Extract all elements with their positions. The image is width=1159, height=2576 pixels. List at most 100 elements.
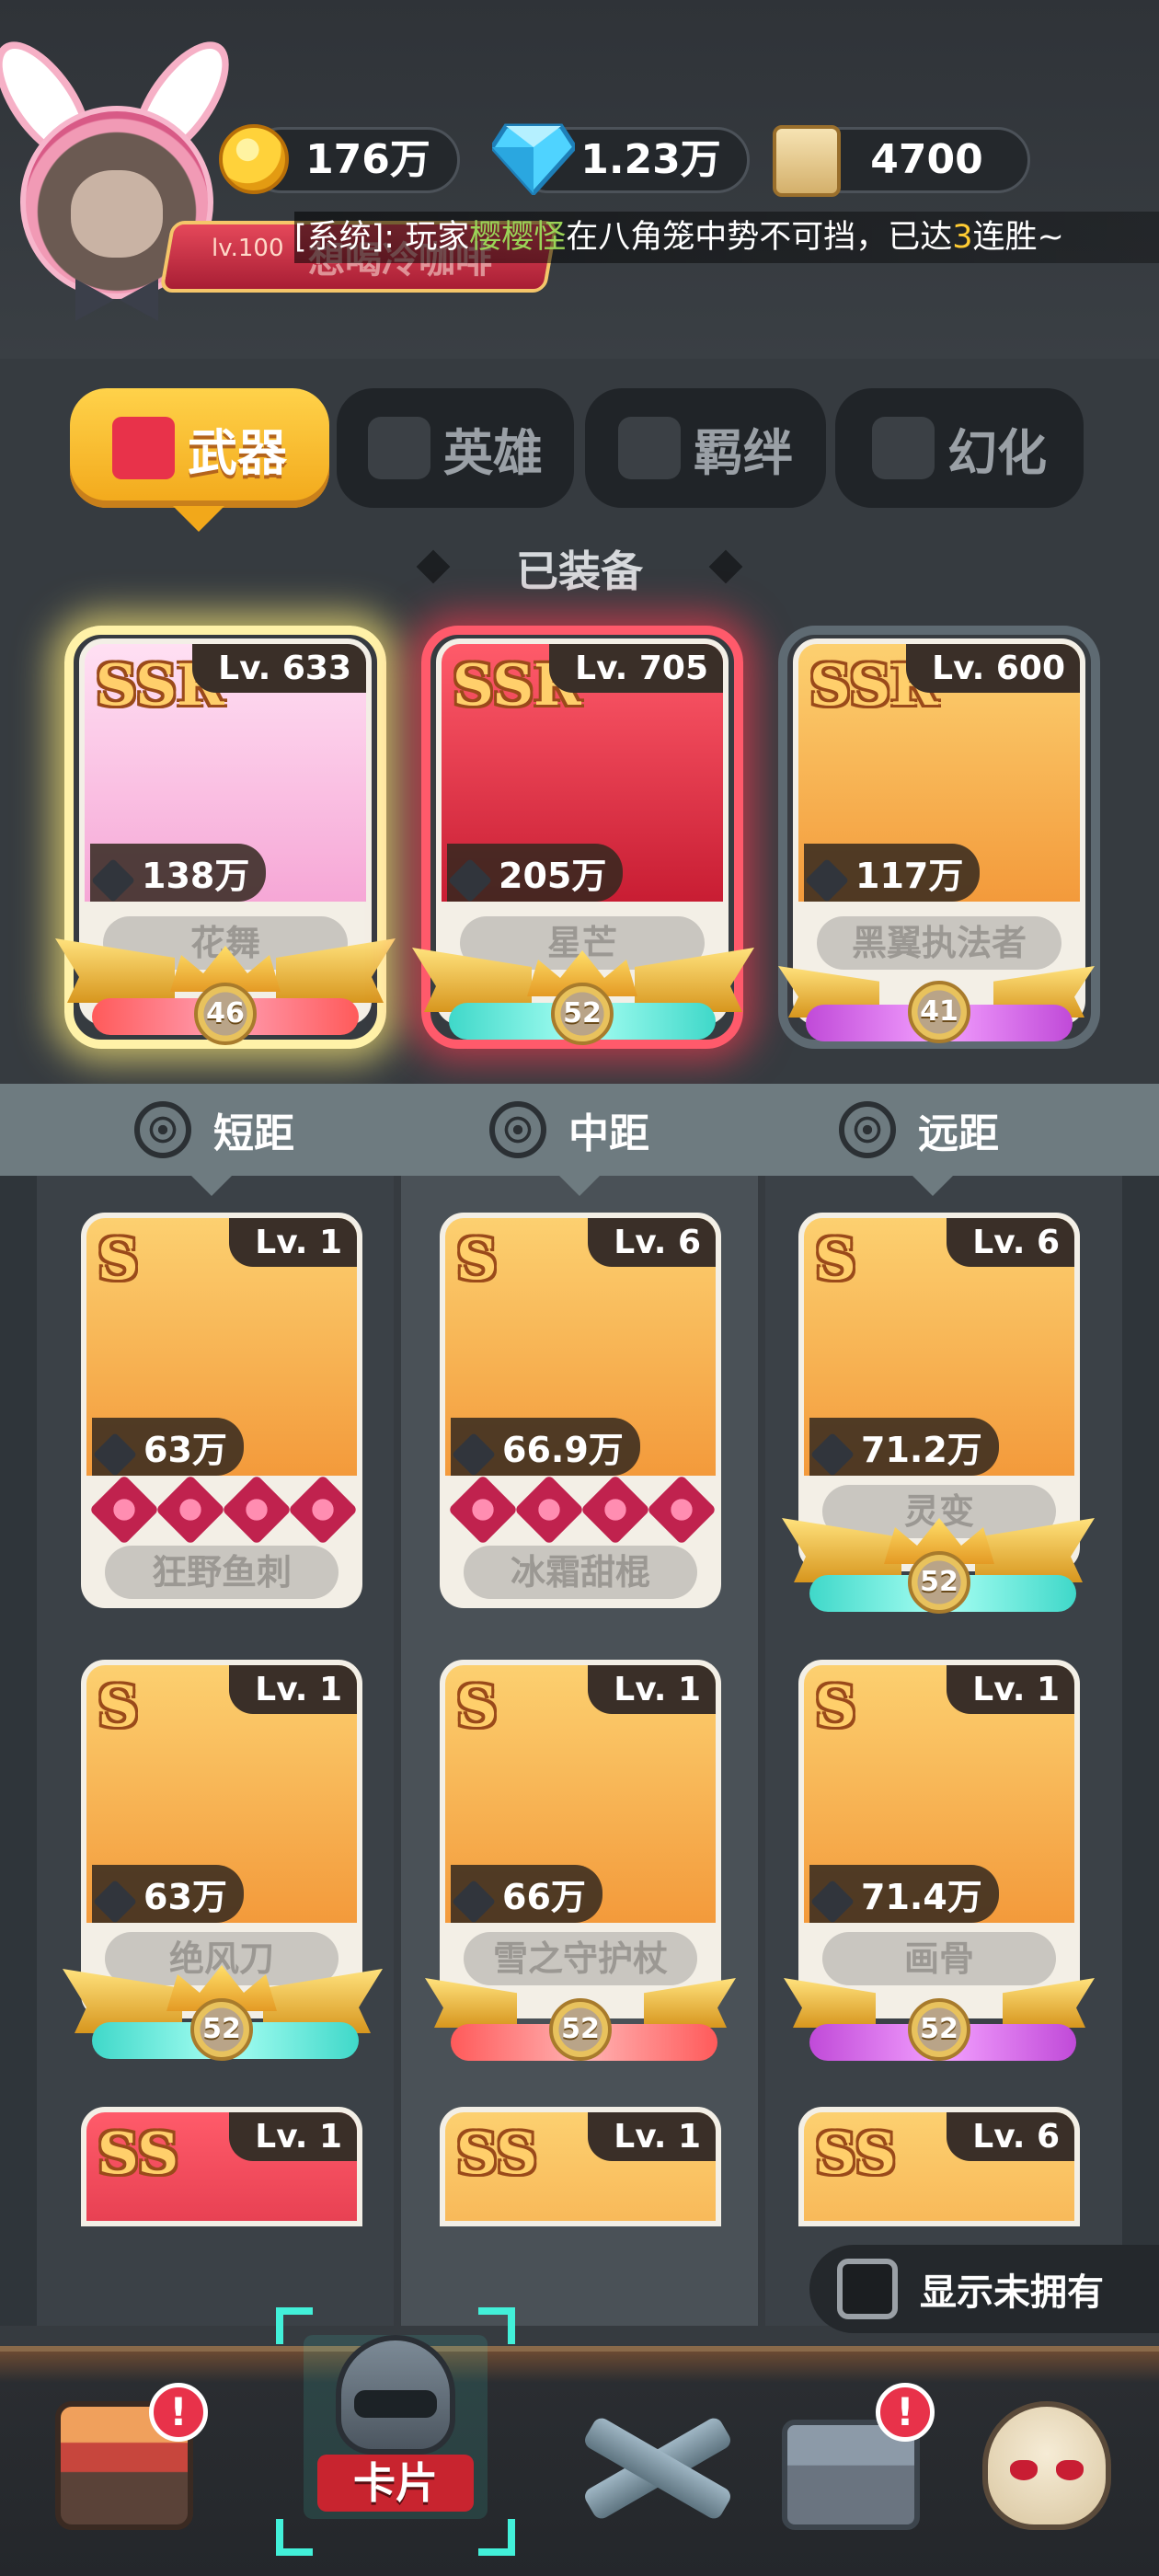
coin-icon <box>219 124 289 194</box>
card-name: 狂野鱼刺 <box>105 1546 339 1599</box>
nav-weapons[interactable] <box>561 2383 736 2558</box>
tab-pointer <box>173 506 224 532</box>
star-badge: 46 <box>194 983 257 1045</box>
chest-alert-icon: ! <box>876 2383 935 2442</box>
target-icon <box>489 1101 546 1158</box>
tab-bonds[interactable]: 羁绊 <box>585 388 826 508</box>
tab-weapons-label: 武器 <box>188 423 287 482</box>
card-level: Lv. 6 <box>947 2112 1074 2161</box>
target-icon <box>134 1101 191 1158</box>
weapon-card[interactable]: SS Lv. 1 <box>81 2107 362 2226</box>
card-power: 71.2万 <box>809 1418 999 1476</box>
crossed-guns-icon <box>580 2410 736 2530</box>
rank-label: SS <box>456 2120 538 2187</box>
gem-icon <box>221 1474 293 1546</box>
hero-icon <box>368 417 430 479</box>
equipped-title: 已装备 <box>516 546 643 596</box>
equipped-card-3[interactable]: SSR Lv. 600 117万 黑翼执法者 <box>793 638 1085 1025</box>
star-badge: 52 <box>549 1998 612 2061</box>
weapon-icon <box>112 417 175 479</box>
show-unowned-toggle[interactable]: 显示未拥有 <box>809 2245 1159 2333</box>
star-badge: 52 <box>551 983 614 1045</box>
weapon-card[interactable]: S Lv. 1 63万 绝风刀 <box>81 1660 362 2018</box>
card-power: 63万 <box>92 1418 244 1476</box>
range-pointer <box>912 1176 953 1196</box>
gem-icon <box>646 1474 716 1546</box>
weapon-card[interactable]: SS Lv. 1 <box>440 2107 721 2226</box>
star-badge: 52 <box>190 1998 253 2061</box>
nav-boss[interactable] <box>947 2383 1122 2558</box>
bowtie-icon <box>75 279 158 321</box>
tab-weapons[interactable]: 武器 <box>70 388 329 508</box>
weapon-card[interactable]: S Lv. 1 63万 狂野鱼刺 <box>81 1213 362 1608</box>
rail-left <box>0 1176 37 2326</box>
nav-cards-label: 卡片 <box>317 2455 474 2512</box>
weapon-card[interactable]: SS Lv. 6 <box>798 2107 1080 2226</box>
weapon-card[interactable]: S Lv. 6 66.9万 冰霜甜棍 <box>440 1213 721 1608</box>
card-level: Lv. 1 <box>588 2112 716 2161</box>
weapon-card[interactable]: S Lv. 1 71.4万 画骨 <box>798 1660 1080 2018</box>
star-badge: 52 <box>908 1551 970 1614</box>
avatar-face <box>71 170 163 258</box>
skull-eye-right <box>1056 2460 1084 2480</box>
card-power: 63万 <box>92 1865 244 1923</box>
gem-row <box>447 1474 716 1546</box>
star-badge: 52 <box>908 1998 970 2061</box>
knight-visor <box>354 2390 437 2418</box>
player-level: lv.100 <box>212 235 284 262</box>
ticker-prefix: [系统]: 玩家 <box>294 219 470 256</box>
bond-icon <box>618 417 681 479</box>
star-badge: 41 <box>908 981 970 1043</box>
card-power: 117万 <box>804 844 981 902</box>
skull-eye-left <box>1010 2460 1038 2480</box>
gem-icon <box>580 1474 651 1546</box>
shop-alert-icon: ! <box>149 2383 208 2442</box>
card-power: 205万 <box>447 844 624 902</box>
diamond-icon <box>492 123 575 195</box>
tab-transform-label: 幻化 <box>947 423 1047 482</box>
range-long-label: 远距 <box>918 1110 999 1157</box>
ticker-suffix: 连胜~ <box>972 219 1064 256</box>
range-short[interactable]: 短距 <box>134 1090 294 1169</box>
range-short-label: 短距 <box>213 1110 294 1157</box>
show-unowned-checkbox[interactable] <box>837 2259 898 2319</box>
range-mid-label: 中距 <box>568 1110 649 1157</box>
target-icon <box>839 1101 896 1158</box>
card-power: 66.9万 <box>451 1418 640 1476</box>
range-long[interactable]: 远距 <box>839 1090 999 1169</box>
scroll-icon <box>773 125 841 197</box>
transform-icon <box>872 417 935 479</box>
tab-heroes[interactable]: 英雄 <box>337 388 574 508</box>
card-power: 71.4万 <box>809 1865 999 1923</box>
tab-heroes-label: 英雄 <box>443 423 543 482</box>
tab-bonds-label: 羁绊 <box>694 423 793 482</box>
card-name: 黑翼执法者 <box>817 916 1061 970</box>
tab-transform[interactable]: 幻化 <box>835 388 1084 508</box>
gem-icon <box>513 1474 585 1546</box>
rail-right <box>1122 1176 1159 2326</box>
nav-shop[interactable]: ! <box>28 2383 208 2558</box>
bracket-br <box>478 2519 515 2556</box>
ticker-middle: 在八角笼中势不可挡，已达 <box>566 219 953 256</box>
gem-icon <box>447 1474 519 1546</box>
range-pointer <box>559 1176 600 1196</box>
card-power: 66万 <box>451 1865 602 1923</box>
weapon-card[interactable]: S Lv. 1 66万 雪之守护杖 <box>440 1660 721 2018</box>
bracket-bl <box>276 2519 313 2556</box>
card-name: 雪之守护杖 <box>464 1932 697 1985</box>
gem-row <box>88 1474 357 1546</box>
card-name: 画骨 <box>822 1932 1056 1985</box>
system-ticker: [系统]: 玩家樱樱怪在八角笼中势不可挡，已达3连胜~ <box>294 212 1159 263</box>
gem-icon <box>88 1474 160 1546</box>
weapon-card[interactable]: S Lv. 6 71.2万 灵变 <box>798 1213 1080 1571</box>
gem-icon <box>287 1474 357 1546</box>
ticker-player: 樱樱怪 <box>469 219 567 256</box>
range-mid[interactable]: 中距 <box>489 1090 649 1169</box>
range-pointer <box>191 1176 232 1196</box>
ticker-count: 3 <box>952 219 973 256</box>
gem-icon <box>155 1474 226 1546</box>
card-name: 冰霜甜棍 <box>464 1546 697 1599</box>
card-level: Lv. 1 <box>229 2112 357 2161</box>
nav-cards[interactable]: 卡片 <box>276 2307 515 2556</box>
nav-chest[interactable]: ! <box>754 2383 935 2558</box>
